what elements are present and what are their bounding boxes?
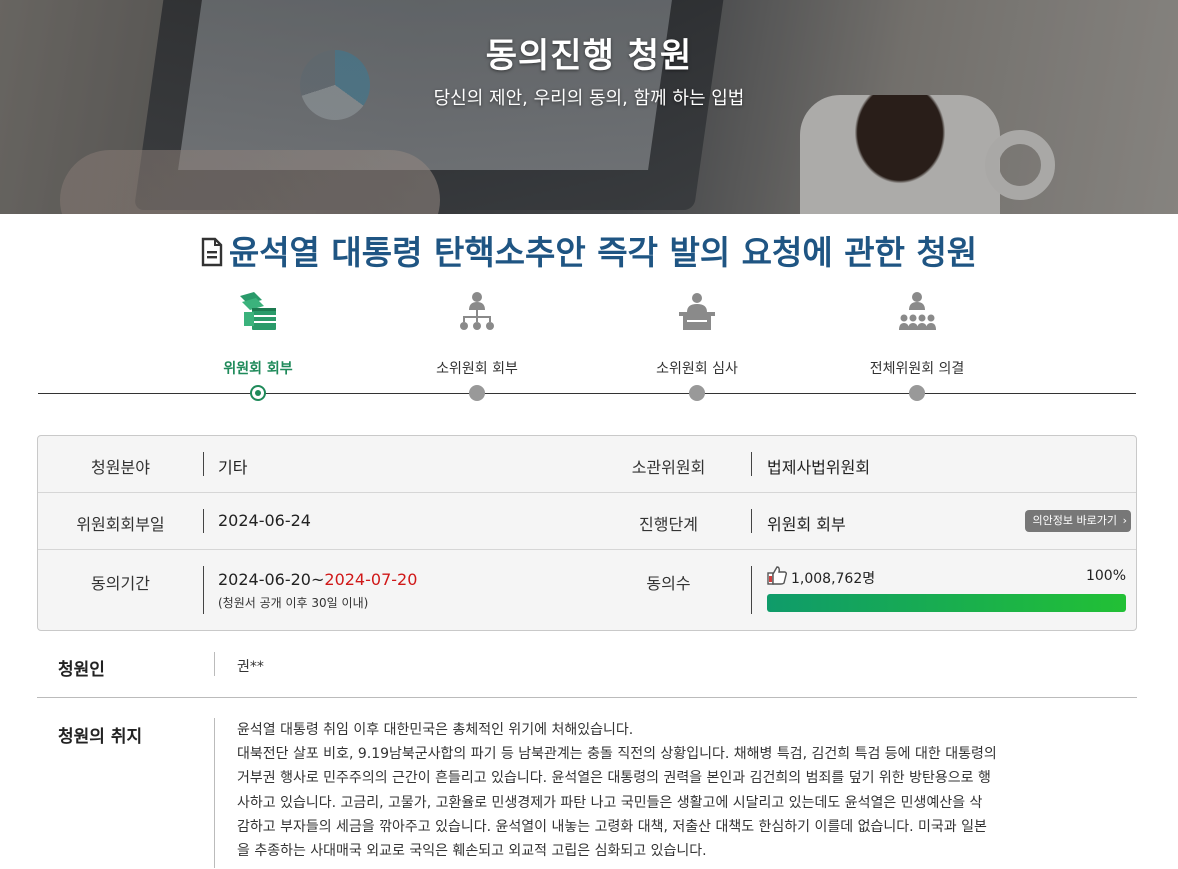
petition-title: 윤석열 대통령 탄핵소추안 즉각 발의 요청에 관한 청원 — [0, 226, 1178, 274]
progress-steps-line — [38, 393, 1136, 394]
petition-info-table: 청원분야 기타 소관위원회 법제사법위원회 위원회회부일 2024-06-24 … — [37, 435, 1137, 631]
period-label: 동의기간 — [91, 574, 150, 593]
assembly-icon — [899, 292, 936, 330]
step-label: 소위원회 심사 — [656, 361, 738, 377]
referral-date-value: 2024-06-24 — [218, 511, 311, 530]
purpose-label: 청원의 취지 — [58, 727, 143, 747]
step-dot — [689, 385, 705, 401]
step-subcommittee-review: 소위원회 심사 — [597, 290, 797, 378]
committee-label: 소관위원회 — [631, 458, 706, 477]
purpose-line: 을 추종하는 사대매국 외교로 국익은 훼손되고 외교적 고립은 심화되고 있습… — [237, 843, 707, 860]
period-end: 2024-07-20 — [324, 570, 418, 589]
step-label: 소위원회 회부 — [436, 361, 518, 377]
info-row-period: 동의기간 2024-06-20~2024-07-20 (청원서 공개 이후 30… — [38, 550, 1136, 630]
stage-value: 위원회 회부 — [767, 515, 846, 534]
agree-progress-bar — [767, 594, 1126, 612]
field-label: 청원분야 — [91, 458, 150, 477]
stage-label: 진행단계 — [639, 515, 698, 534]
purpose-line: 윤석열 대통령 취임 이후 대한민국은 총체적인 위기에 처해있습니다. — [237, 722, 634, 738]
thumbs-up-icon — [767, 566, 788, 585]
agree-count: 1,008,762명 — [791, 571, 876, 587]
step-label: 전체위원회 의결 — [869, 361, 965, 377]
bill-info-link-button[interactable]: 의안정보 바로가기 › — [1024, 510, 1131, 532]
divider — [751, 452, 752, 476]
agree-progress-fill — [767, 594, 1126, 612]
divider — [214, 652, 215, 676]
field-value: 기타 — [218, 458, 248, 477]
step-label: 위원회 회부 — [223, 361, 293, 377]
step-dot-active — [250, 385, 266, 401]
step-subcommittee-referral: 소위원회 회부 — [377, 290, 577, 378]
purpose-line: 감하고 부자들의 세금을 깎아주고 있습니다. 윤석열이 내놓는 고령화 대책,… — [237, 818, 987, 835]
purpose-line: 거부권 행사로 민주주의의 근간이 흔들리고 있습니다. 윤석열은 대통령의 권… — [237, 770, 991, 787]
info-row-referral: 위원회회부일 2024-06-24 진행단계 위원회 회부 의안정보 바로가기 … — [38, 493, 1136, 550]
divider — [203, 452, 204, 476]
referral-date-label: 위원회회부일 — [76, 515, 165, 534]
petition-title-text: 윤석열 대통령 탄핵소추안 즉각 발의 요청에 관한 청원 — [228, 233, 978, 272]
divider — [214, 718, 215, 868]
hero-title: 동의진행 청원 — [485, 36, 693, 76]
document-icon — [201, 237, 223, 267]
hero-subtitle: 당신의 제안, 우리의 동의, 함께 하는 입법 — [433, 88, 745, 109]
agree-percent: 100% — [1085, 568, 1126, 584]
purpose-body: 윤석열 대통령 취임 이후 대한민국은 총체적인 위기에 처해있습니다. 대북전… — [237, 718, 1107, 863]
committee-value: 법제사법위원회 — [767, 458, 871, 477]
org-chart-icon — [460, 292, 494, 330]
purpose-line: 사하고 있습니다. 고금리, 고물가, 고환율로 민생경제가 파탄 나고 국민들… — [237, 794, 983, 811]
divider — [203, 509, 204, 533]
step-dot — [469, 385, 485, 401]
agree-label: 동의수 — [646, 574, 691, 593]
podium-speaker-icon — [679, 293, 715, 330]
purpose-line: 대북전단 살포 비호, 9.19남북군사합의 파기 등 남북관계는 충돌 직전의… — [237, 746, 997, 763]
divider — [751, 566, 752, 614]
section-divider — [37, 697, 1137, 698]
petitioner-value: 권** — [237, 659, 264, 675]
period-value: 2024-06-20~2024-07-20 — [218, 570, 417, 589]
chevron-right-icon: › — [1122, 514, 1127, 527]
step-committee-referral: 위원회 회부 — [158, 290, 358, 378]
step-plenary-vote: 전체위원회 의결 — [817, 290, 1017, 378]
divider — [751, 509, 752, 533]
divider — [203, 566, 204, 614]
step-dot — [909, 385, 925, 401]
period-note: (청원서 공개 이후 30일 이내) — [218, 596, 369, 610]
bill-info-button-label: 의안정보 바로가기 — [1032, 514, 1117, 527]
hero-banner: 동의진행 청원 당신의 제안, 우리의 동의, 함께 하는 입법 — [0, 0, 1178, 214]
petitioner-label: 청원인 — [58, 660, 105, 680]
info-row-field: 청원분야 기타 소관위원회 법제사법위원회 — [38, 436, 1136, 493]
period-start: 2024-06-20~ — [218, 570, 325, 589]
documents-icon — [240, 292, 276, 330]
